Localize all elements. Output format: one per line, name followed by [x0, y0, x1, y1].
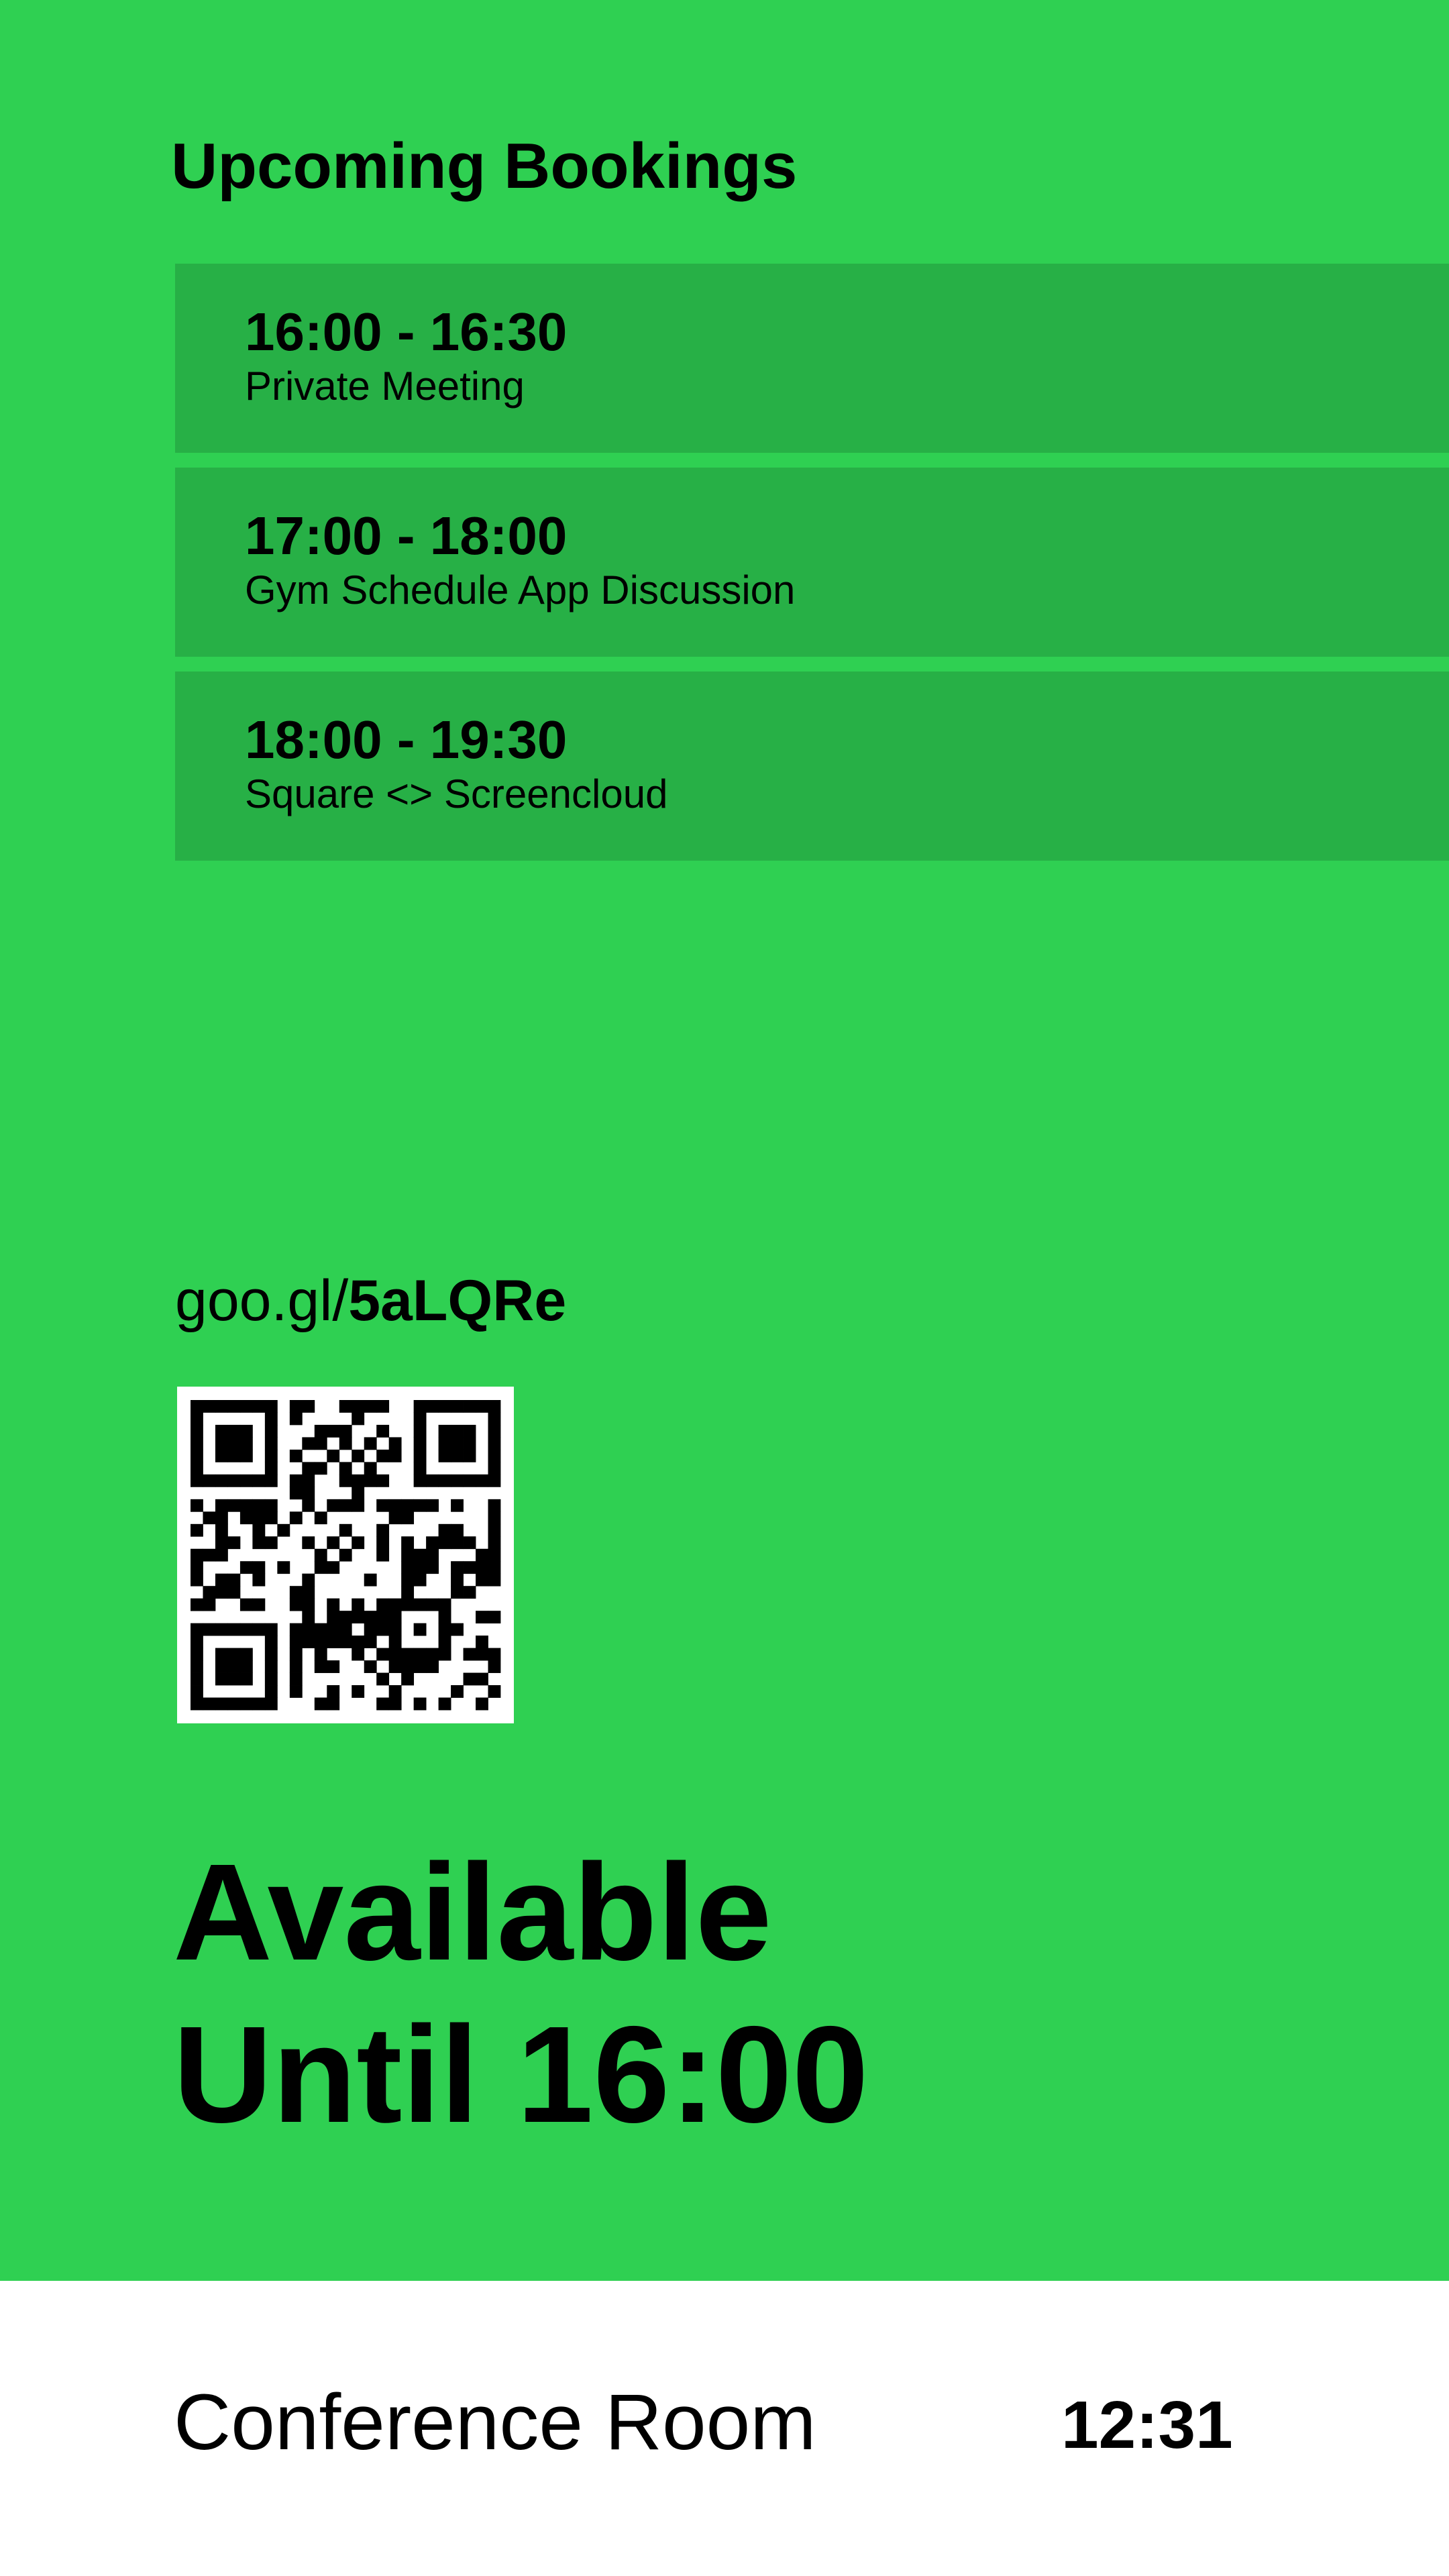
booking-item[interactable]: 18:00 - 19:30 Square <> Screencloud: [175, 672, 1449, 861]
availability-until: Until 16:00: [173, 1998, 869, 2151]
availability-label: Available: [173, 1835, 772, 1989]
booking-title: Private Meeting: [245, 364, 525, 409]
qr-code-icon[interactable]: [177, 1387, 514, 1723]
availability-status: Available Until 16:00: [173, 1831, 869, 2156]
room-name: Conference Room: [174, 2378, 816, 2467]
booking-item[interactable]: 16:00 - 16:30 Private Meeting: [175, 264, 1449, 453]
upcoming-bookings-heading: Upcoming Bookings: [171, 130, 798, 202]
bookings-list: 16:00 - 16:30 Private Meeting 17:00 - 18…: [175, 264, 1449, 875]
footer-bar: Conference Room 12:31: [0, 2281, 1449, 2576]
booking-item[interactable]: 17:00 - 18:00 Gym Schedule App Discussio…: [175, 468, 1449, 657]
booking-title: Gym Schedule App Discussion: [245, 568, 796, 612]
short-url-code: 5aLQRe: [348, 1269, 567, 1333]
status-screen: Upcoming Bookings 16:00 - 16:30 Private …: [0, 0, 1449, 2281]
booking-title: Square <> Screencloud: [245, 771, 668, 816]
booking-time: 17:00 - 18:00: [245, 506, 568, 566]
booking-time: 18:00 - 19:30: [245, 710, 568, 769]
booking-time: 16:00 - 16:30: [245, 302, 568, 362]
short-url-domain: goo.gl/: [175, 1269, 349, 1333]
current-time: 12:31: [1061, 2387, 1233, 2463]
qr-code-graphic: [191, 1400, 501, 1711]
booking-short-url[interactable]: goo.gl/5aLQRe: [175, 1272, 566, 1330]
